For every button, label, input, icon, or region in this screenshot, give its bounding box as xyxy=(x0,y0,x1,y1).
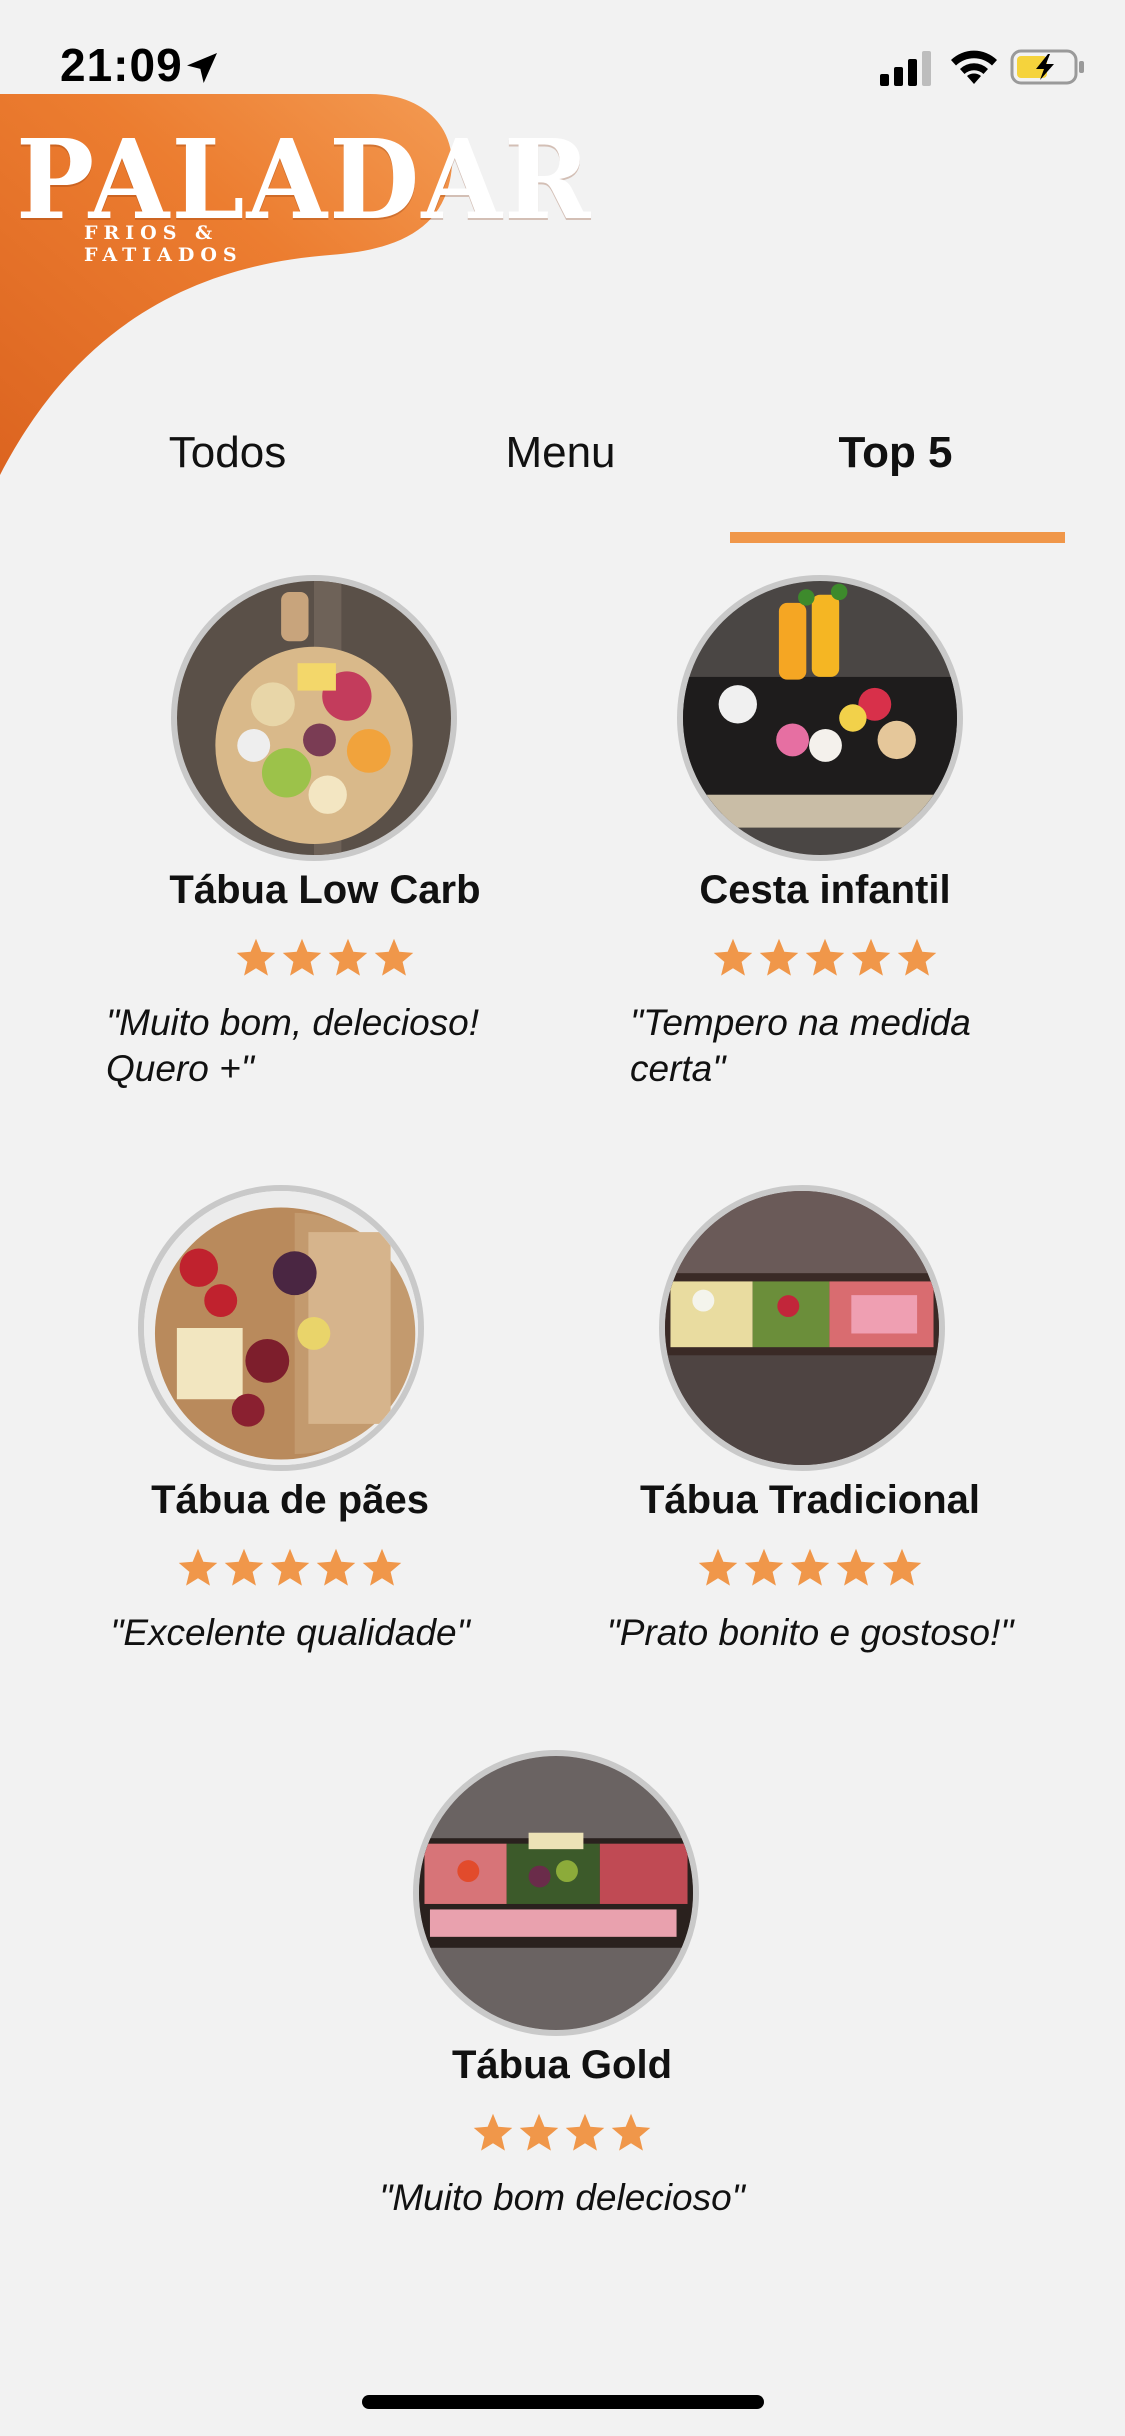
rating-stars xyxy=(565,1546,1055,1590)
star-icon xyxy=(282,938,322,976)
star-icon xyxy=(519,2113,559,2151)
product-name: Tábua Low Carb xyxy=(169,868,481,912)
product-name: Cesta infantil xyxy=(699,868,951,912)
star-icon xyxy=(836,1548,876,1586)
rating-stars xyxy=(45,1546,535,1590)
star-icon xyxy=(565,2113,605,2151)
tab-todos[interactable]: Todos xyxy=(60,420,395,520)
star-icon xyxy=(316,1548,356,1586)
product-name: Tábua de pães xyxy=(151,1478,429,1522)
product-review: "Tempero na medida certa" xyxy=(630,1002,971,1089)
rating-stars xyxy=(80,936,570,980)
rating-stars xyxy=(317,2111,807,2155)
star-icon xyxy=(473,2113,513,2151)
cellular-signal-icon xyxy=(878,50,934,86)
product-name: Tábua Tradicional xyxy=(639,1478,981,1522)
active-tab-indicator xyxy=(730,532,1065,543)
star-icon xyxy=(270,1548,310,1586)
battery-charging-icon xyxy=(1010,48,1086,86)
star-icon xyxy=(882,1548,922,1586)
product-card-tabua-de-paes[interactable]: Tábua de pães "Excelente qualidade" xyxy=(45,1180,535,1680)
product-photo xyxy=(413,1750,699,2036)
star-icon xyxy=(805,938,845,976)
product-photo xyxy=(659,1185,945,1471)
star-icon xyxy=(224,1548,264,1586)
star-icon xyxy=(611,2113,651,2151)
product-review: "Excelente qualidade" xyxy=(110,1612,470,1653)
product-card-tabua-gold[interactable]: Tábua Gold "Muito bom delecioso" xyxy=(317,1745,807,2225)
star-icon xyxy=(759,938,799,976)
star-icon xyxy=(236,938,276,976)
product-card-tabua-tradicional[interactable]: Tábua Tradicional "Prato bonito e gostos… xyxy=(565,1180,1055,1680)
product-review: "Muito bom, delecioso! Quero +" xyxy=(106,1002,480,1089)
star-icon xyxy=(362,1548,402,1586)
tab-top5[interactable]: Top 5 xyxy=(728,420,1063,520)
product-photo xyxy=(171,575,457,861)
logo-subtitle: FRIOS & FATIADOS xyxy=(84,222,243,266)
home-indicator[interactable] xyxy=(362,2395,764,2409)
product-review: "Muito bom delecioso" xyxy=(379,2177,745,2218)
tab-menu[interactable]: Menu xyxy=(393,420,728,520)
star-icon xyxy=(328,938,368,976)
star-icon xyxy=(851,938,891,976)
star-icon xyxy=(698,1548,738,1586)
star-icon xyxy=(790,1548,830,1586)
rating-stars xyxy=(580,936,1070,980)
product-photo xyxy=(138,1185,424,1471)
product-card-cesta-infantil[interactable]: Cesta infantil "Tempero na medida certa" xyxy=(580,570,1070,1110)
product-card-tabua-low-carb[interactable]: Tábua Low Carb "Muito bom, delecioso! Qu… xyxy=(80,570,570,1110)
star-icon xyxy=(744,1548,784,1586)
product-name: Tábua Gold xyxy=(452,2043,672,2087)
star-icon xyxy=(713,938,753,976)
status-time: 21:09 xyxy=(60,39,183,91)
star-icon xyxy=(897,938,937,976)
star-icon xyxy=(374,938,414,976)
tab-bar: Todos Menu Top 5 xyxy=(0,420,1125,543)
location-arrow-icon xyxy=(182,48,222,88)
product-photo xyxy=(677,575,963,861)
status-bar: 21:09 xyxy=(0,0,1125,130)
star-icon xyxy=(178,1548,218,1586)
product-review: "Prato bonito e gostoso!" xyxy=(606,1612,1014,1653)
wifi-icon xyxy=(948,46,1000,86)
